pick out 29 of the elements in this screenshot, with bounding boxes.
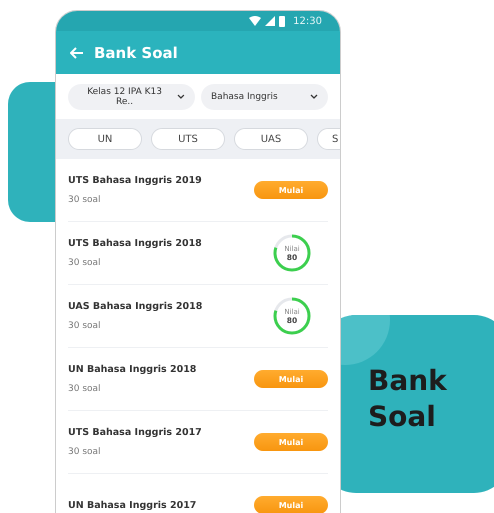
exam-title: UTS Bahasa Inggris 2017 bbox=[68, 427, 202, 438]
score-ring bbox=[272, 233, 312, 273]
wifi-icon bbox=[249, 16, 262, 26]
exam-title: UTS Bahasa Inggris 2019 bbox=[68, 175, 202, 186]
exam-title: UN Bahasa Inggris 2017 bbox=[68, 500, 196, 510]
chevron-down-icon bbox=[310, 94, 318, 99]
category-tab[interactable]: S bbox=[317, 128, 340, 150]
question-count: 30 soal bbox=[68, 384, 102, 394]
promo-caption: Bank bbox=[368, 363, 447, 399]
chevron-down-icon bbox=[177, 94, 185, 99]
status-time: 12:30 bbox=[293, 16, 322, 26]
question-count: 30 soal bbox=[68, 321, 102, 331]
filter-dropdown[interactable]: Bahasa Inggris bbox=[201, 84, 328, 110]
category-tab[interactable]: UAS bbox=[234, 128, 308, 150]
signal-icon bbox=[265, 16, 276, 26]
question-count: 30 soal bbox=[68, 195, 102, 205]
filter-dropdown[interactable]: Kelas 12 IPA K13 Re.. bbox=[68, 84, 195, 110]
category-tab[interactable]: UN bbox=[68, 128, 142, 150]
exam-title: UN Bahasa Inggris 2018 bbox=[68, 364, 196, 375]
battery-icon bbox=[279, 16, 286, 26]
exam-title: UTS Bahasa Inggris 2018 bbox=[68, 238, 202, 249]
category-tab[interactable]: UTS bbox=[151, 128, 225, 150]
question-count: 30 soal bbox=[68, 447, 102, 457]
score-ring bbox=[272, 296, 312, 336]
back-arrow-icon[interactable] bbox=[70, 46, 84, 58]
exam-title: UAS Bahasa Inggris 2018 bbox=[68, 301, 202, 312]
question-count: 30 soal bbox=[68, 258, 102, 268]
app-title: Bank Soal bbox=[94, 44, 178, 62]
promo-caption: Soal bbox=[368, 399, 437, 435]
